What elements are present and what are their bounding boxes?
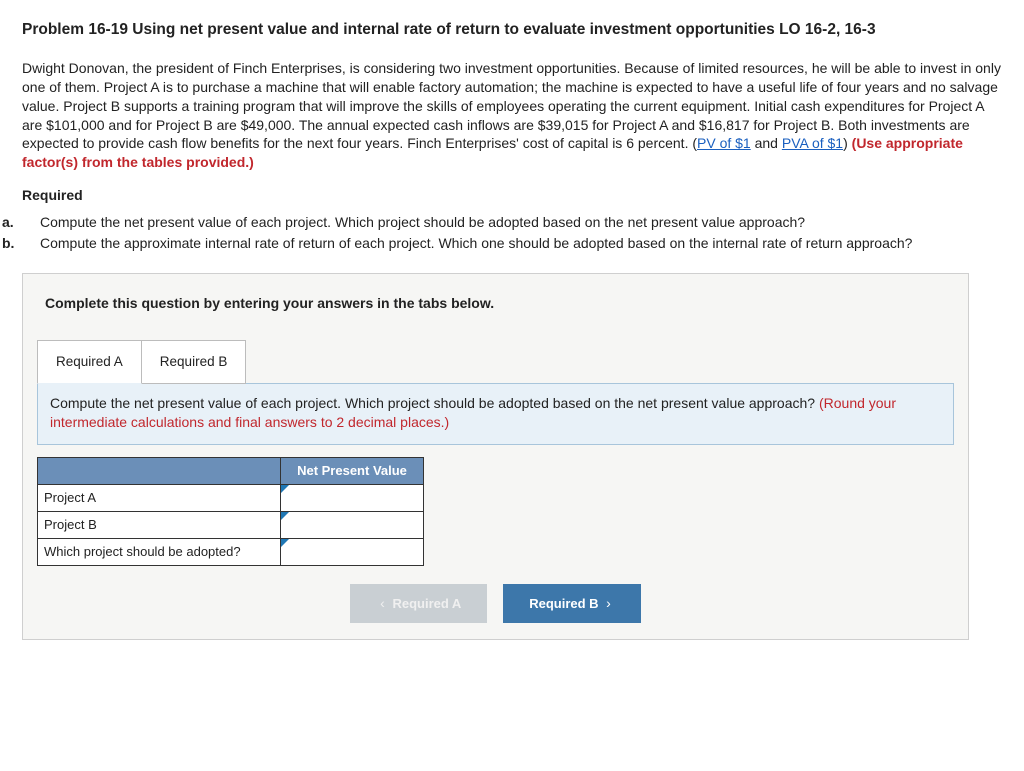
problem-title: Problem 16-19 Using net present value an… — [22, 20, 1002, 41]
nav-row: ‹ Required A Required B › — [23, 566, 968, 639]
tab-required-a[interactable]: Required A — [37, 340, 142, 384]
input-npv-project-a[interactable] — [281, 484, 424, 511]
question-box: Complete this question by entering your … — [22, 273, 969, 640]
pv-of-1-link[interactable]: PV of $1 — [697, 135, 751, 151]
instruction-bar: Complete this question by entering your … — [23, 274, 968, 339]
dropdown-marker-icon — [281, 485, 289, 493]
table-row: Project A — [38, 484, 424, 511]
input-npv-project-b[interactable] — [281, 511, 424, 538]
header-npv: Net Present Value — [281, 457, 424, 484]
required-heading: Required — [22, 186, 1002, 205]
required-a-text: Compute the net present value of each pr… — [40, 214, 805, 230]
dropdown-marker-icon — [281, 512, 289, 520]
next-button[interactable]: Required B › — [503, 584, 641, 623]
chevron-right-icon: › — [602, 595, 615, 611]
prompt-panel: Compute the net present value of each pr… — [37, 383, 954, 445]
required-b-text: Compute the approximate internal rate of… — [40, 235, 912, 251]
chevron-left-icon: ‹ — [376, 595, 389, 611]
required-list: a.Compute the net present value of each … — [22, 213, 1002, 253]
required-item-a: a.Compute the net present value of each … — [22, 213, 1002, 232]
body-mid: and — [751, 135, 782, 151]
dropdown-marker-icon — [281, 539, 289, 547]
row-label-project-b: Project B — [38, 511, 281, 538]
body-close: ) — [843, 135, 852, 151]
tab-required-b[interactable]: Required B — [142, 340, 247, 384]
required-item-b: b.Compute the approximate internal rate … — [22, 234, 1002, 253]
table-row: Project B — [38, 511, 424, 538]
row-label-which-adopted: Which project should be adopted? — [38, 538, 281, 565]
prompt-main-text: Compute the net present value of each pr… — [50, 395, 819, 411]
input-which-adopted[interactable] — [281, 538, 424, 565]
table-row: Which project should be adopted? — [38, 538, 424, 565]
problem-body: Dwight Donovan, the president of Finch E… — [22, 59, 1002, 172]
header-spacer — [38, 457, 281, 484]
prev-button: ‹ Required A — [350, 584, 487, 623]
next-button-label: Required B — [529, 596, 598, 611]
pva-of-1-link[interactable]: PVA of $1 — [782, 135, 843, 151]
tabs-row: Required ARequired B — [23, 339, 968, 383]
row-label-project-a: Project A — [38, 484, 281, 511]
prev-button-label: Required A — [392, 596, 461, 611]
answer-table: Net Present Value Project A Project B Wh… — [37, 457, 424, 566]
